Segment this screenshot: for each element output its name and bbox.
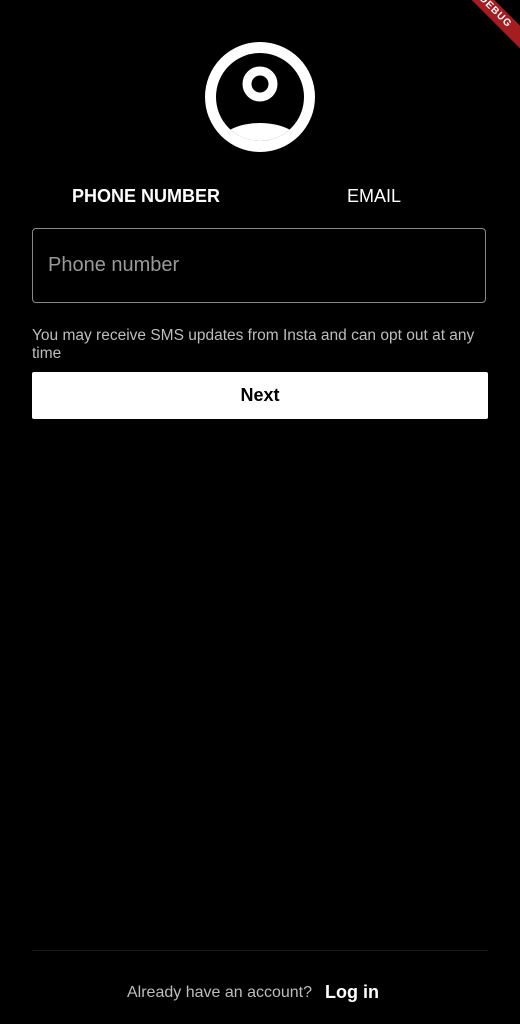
next-button[interactable]: Next	[32, 372, 488, 419]
debug-banner: DEBUG	[460, 0, 520, 60]
phone-number-input[interactable]	[32, 228, 486, 303]
footer-divider	[32, 950, 488, 951]
debug-banner-label: DEBUG	[460, 0, 520, 57]
account-circle-icon	[205, 42, 315, 152]
already-have-account-text: Already have an account?	[127, 984, 313, 1001]
tab-email[interactable]: EMAIL	[268, 178, 480, 214]
tab-phone-number[interactable]: PHONE NUMBER	[40, 178, 252, 214]
sms-disclaimer-text: You may receive SMS updates from Insta a…	[32, 327, 475, 362]
signup-method-tabs: PHONE NUMBER EMAIL	[0, 178, 520, 214]
footer: Already have an account? Log in	[0, 972, 520, 1016]
log-in-link[interactable]: Log in	[325, 982, 379, 1003]
